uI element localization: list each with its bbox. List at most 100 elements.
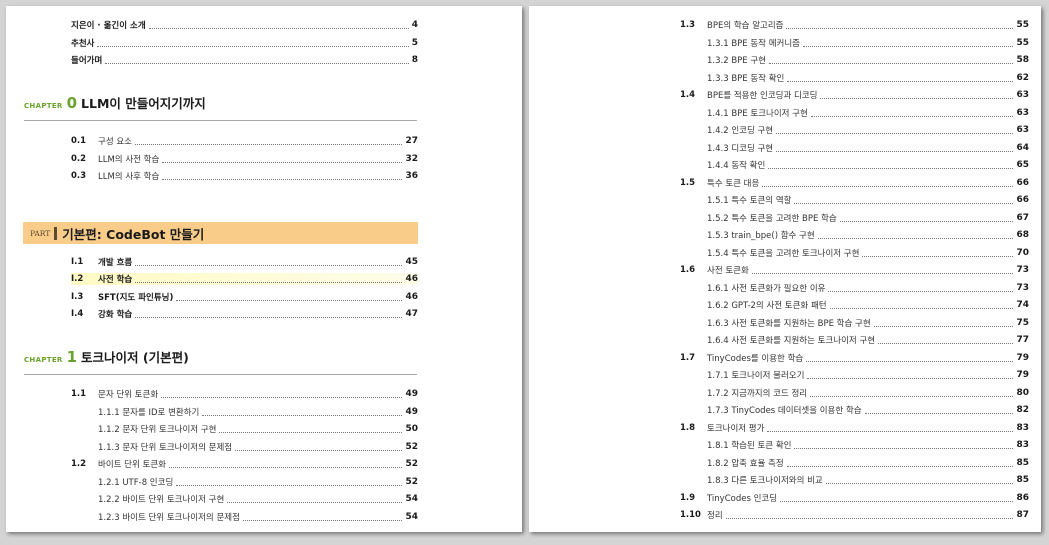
toc-label: 1.1.2 문자 단위 토크나이저 구현 [98, 425, 217, 435]
toc-page: 86 [1016, 493, 1029, 503]
toc-entry-1-7[interactable]: 1.7 TinyCodes를 이용한 학습 79 [680, 352, 1029, 364]
toc-entry-0-3[interactable]: 0.3 LLM의 사후 학습 36 [71, 170, 418, 182]
toc-entry-i-4[interactable]: I.4 강화 학습 47 [71, 308, 418, 320]
leader-dots [828, 290, 1014, 292]
leader-dots [878, 342, 1014, 344]
toc-entry-1-4-1[interactable]: 1.4.1 BPE 토크나이저 구현 63 [707, 107, 1029, 119]
toc-entry-1-8-3[interactable]: 1.8.3 다른 토크나이저와의 비교 85 [707, 474, 1029, 486]
toc-page: 55 [1016, 20, 1029, 30]
leader-dots [864, 412, 1014, 414]
toc-entry-1-2-3[interactable]: 1.2.3 바이트 단위 토크나이저의 문제점 54 [98, 511, 418, 523]
leader-dots [810, 115, 1014, 117]
toc-page: 54 [405, 494, 418, 504]
leader-dots [235, 449, 403, 451]
toc-entry-i-2-highlighted[interactable]: I.2 사전 학습 46 [71, 273, 418, 285]
toc-page: 36 [405, 171, 418, 181]
toc-entry-introduction[interactable]: 들어가며 8 [71, 54, 418, 66]
toc-label: 1.7.3 TinyCodes 데이터셋을 이용한 학습 [707, 406, 862, 416]
toc-number: 0.3 [71, 171, 87, 181]
chapter-number: 0 [66, 94, 78, 112]
toc-label: 1.2.2 바이트 단위 토크나이저 구현 [98, 495, 225, 505]
leader-dots [219, 431, 403, 433]
toc-entry-author-intro[interactable]: 지은이 · 옮긴이 소개 4 [71, 19, 418, 31]
toc-page: 63 [1016, 108, 1029, 118]
toc-entry-1-6-1[interactable]: 1.6.1 사전 토큰화가 필요한 이유 73 [707, 282, 1029, 294]
toc-entry-1-3-2[interactable]: 1.3.2 BPE 구현 58 [707, 54, 1029, 66]
chapter-0-heading[interactable]: CHAPTER 0 LLM이 만들어지기까지 [24, 93, 206, 112]
toc-page: 65 [1016, 160, 1029, 170]
toc-entry-i-1[interactable]: I.1 개발 흐름 45 [71, 256, 418, 268]
toc-entry-1-3[interactable]: 1.3 BPE의 학습 알고리즘 55 [680, 19, 1029, 31]
toc-entry-1-5-4[interactable]: 1.5.4 특수 토큰을 고려한 토크나이저 구현 70 [707, 247, 1029, 259]
leader-dots [227, 501, 403, 503]
toc-page: 66 [1016, 178, 1029, 188]
toc-entry-1-4-2[interactable]: 1.4.2 인코딩 구현 63 [707, 124, 1029, 136]
leader-dots [873, 325, 1014, 327]
toc-entry-1-2[interactable]: 1.2 바이트 단위 토큰화 52 [71, 458, 418, 470]
leader-dots [794, 202, 1014, 204]
toc-page: 54 [405, 512, 418, 522]
toc-entry-1-3-1[interactable]: 1.3.1 BPE 동작 메커니즘 55 [707, 37, 1029, 49]
toc-page: 75 [1016, 318, 1029, 328]
toc-entry-1-7-1[interactable]: 1.7.1 토크나이저 불러오기 79 [707, 369, 1029, 381]
toc-entry-1-2-2[interactable]: 1.2.2 바이트 단위 토크나이저 구현 54 [98, 493, 418, 505]
toc-entry-1-10[interactable]: 1.10 정리 87 [680, 509, 1029, 521]
toc-page: 4 [411, 20, 418, 30]
chapter-1-heading[interactable]: CHAPTER 1 토크나이저 (기본편) [24, 347, 189, 366]
part-heading-bar[interactable]: PART 기본편: CodeBot 만들기 [23, 222, 418, 244]
toc-entry-1-8-2[interactable]: 1.8.2 압축 효율 측정 85 [707, 457, 1029, 469]
toc-label: 1.3.3 BPE 동작 확인 [707, 74, 785, 84]
toc-page: 62 [1016, 73, 1029, 83]
toc-entry-1-8[interactable]: 1.8 토크나이저 평가 83 [680, 422, 1029, 434]
toc-entry-1-6-4[interactable]: 1.6.4 사전 토큰화를 지원하는 토크나이저 구현 77 [707, 334, 1029, 346]
toc-entry-1-4-3[interactable]: 1.4.3 디코딩 구현 64 [707, 142, 1029, 154]
toc-entry-1-3-3[interactable]: 1.3.3 BPE 동작 확인 62 [707, 72, 1029, 84]
toc-page: 85 [1016, 458, 1029, 468]
toc-entry-1-5-1[interactable]: 1.5.1 특수 토큰의 역할 66 [707, 194, 1029, 206]
toc-entry-0-2[interactable]: 0.2 LLM의 사전 학습 32 [71, 153, 418, 165]
toc-label: 1.6.4 사전 토큰화를 지원하는 토크나이저 구현 [707, 336, 876, 346]
toc-number: 1.1 [71, 389, 87, 399]
leader-dots [135, 264, 403, 266]
toc-entry-i-3[interactable]: I.3 SFT(지도 파인튜닝) 46 [71, 291, 418, 303]
toc-entry-recommendation[interactable]: 추천사 5 [71, 37, 418, 49]
toc-label: 1.1.1 문자를 ID로 변환하기 [98, 408, 200, 418]
toc-label: BPE를 적용한 인코딩과 디코딩 [707, 91, 818, 101]
toc-entry-1-8-1[interactable]: 1.8.1 학습된 토큰 확인 83 [707, 439, 1029, 451]
toc-page: 55 [1016, 38, 1029, 48]
toc-label: 들어가며 [71, 56, 103, 66]
toc-entry-1-1-1[interactable]: 1.1.1 문자를 ID로 변환하기 49 [98, 406, 418, 418]
leader-dots [787, 80, 1014, 82]
leader-dots [762, 185, 1014, 187]
leader-dots [148, 27, 409, 29]
part-word: PART [30, 228, 51, 238]
toc-number: 1.4 [680, 90, 696, 100]
toc-entry-1-5[interactable]: 1.5 특수 토큰 대응 66 [680, 177, 1029, 189]
leader-dots [162, 178, 403, 180]
toc-label: 1.8.1 학습된 토큰 확인 [707, 441, 792, 451]
toc-entry-1-2-1[interactable]: 1.2.1 UTF-8 인코딩 52 [98, 476, 418, 488]
toc-page: 73 [1016, 283, 1029, 293]
toc-entry-1-1[interactable]: 1.1 문자 단위 토큰화 49 [71, 388, 418, 400]
toc-entry-1-7-2[interactable]: 1.7.2 지금까지의 코드 정리 80 [707, 387, 1029, 399]
leader-dots [862, 255, 1014, 257]
toc-entry-1-5-2[interactable]: 1.5.2 특수 토큰을 고려한 BPE 학습 67 [707, 212, 1029, 224]
leader-dots [176, 299, 403, 301]
toc-entry-1-6[interactable]: 1.6 사전 토큰화 73 [680, 264, 1029, 276]
toc-entry-0-1[interactable]: 0.1 구성 요소 27 [71, 135, 418, 147]
toc-label: 1.8.3 다른 토크나이저와의 비교 [707, 476, 823, 486]
toc-entry-1-9[interactable]: 1.9 TinyCodes 인코딩 86 [680, 492, 1029, 504]
toc-entry-1-4-4[interactable]: 1.4.4 동작 확인 65 [707, 159, 1029, 171]
toc-number: 0.2 [71, 154, 87, 164]
toc-entry-1-1-3[interactable]: 1.1.3 문자 단위 토크나이저의 문제점 52 [98, 441, 418, 453]
toc-page: 50 [405, 424, 418, 434]
toc-entry-1-7-3[interactable]: 1.7.3 TinyCodes 데이터셋을 이용한 학습 82 [707, 404, 1029, 416]
toc-page: 52 [405, 477, 418, 487]
toc-entry-1-5-3[interactable]: 1.5.3 train_bpe() 함수 구현 68 [707, 229, 1029, 241]
toc-page: 73 [1016, 265, 1029, 275]
toc-entry-1-6-2[interactable]: 1.6.2 GPT-2의 사전 토큰화 패턴 74 [707, 299, 1029, 311]
toc-entry-1-4[interactable]: 1.4 BPE를 적용한 인코딩과 디코딩 63 [680, 89, 1029, 101]
toc-entry-1-1-2[interactable]: 1.1.2 문자 단위 토크나이저 구현 50 [98, 423, 418, 435]
leader-dots [776, 150, 1014, 152]
toc-entry-1-6-3[interactable]: 1.6.3 사전 토큰화를 지원하는 BPE 학습 구현 75 [707, 317, 1029, 329]
